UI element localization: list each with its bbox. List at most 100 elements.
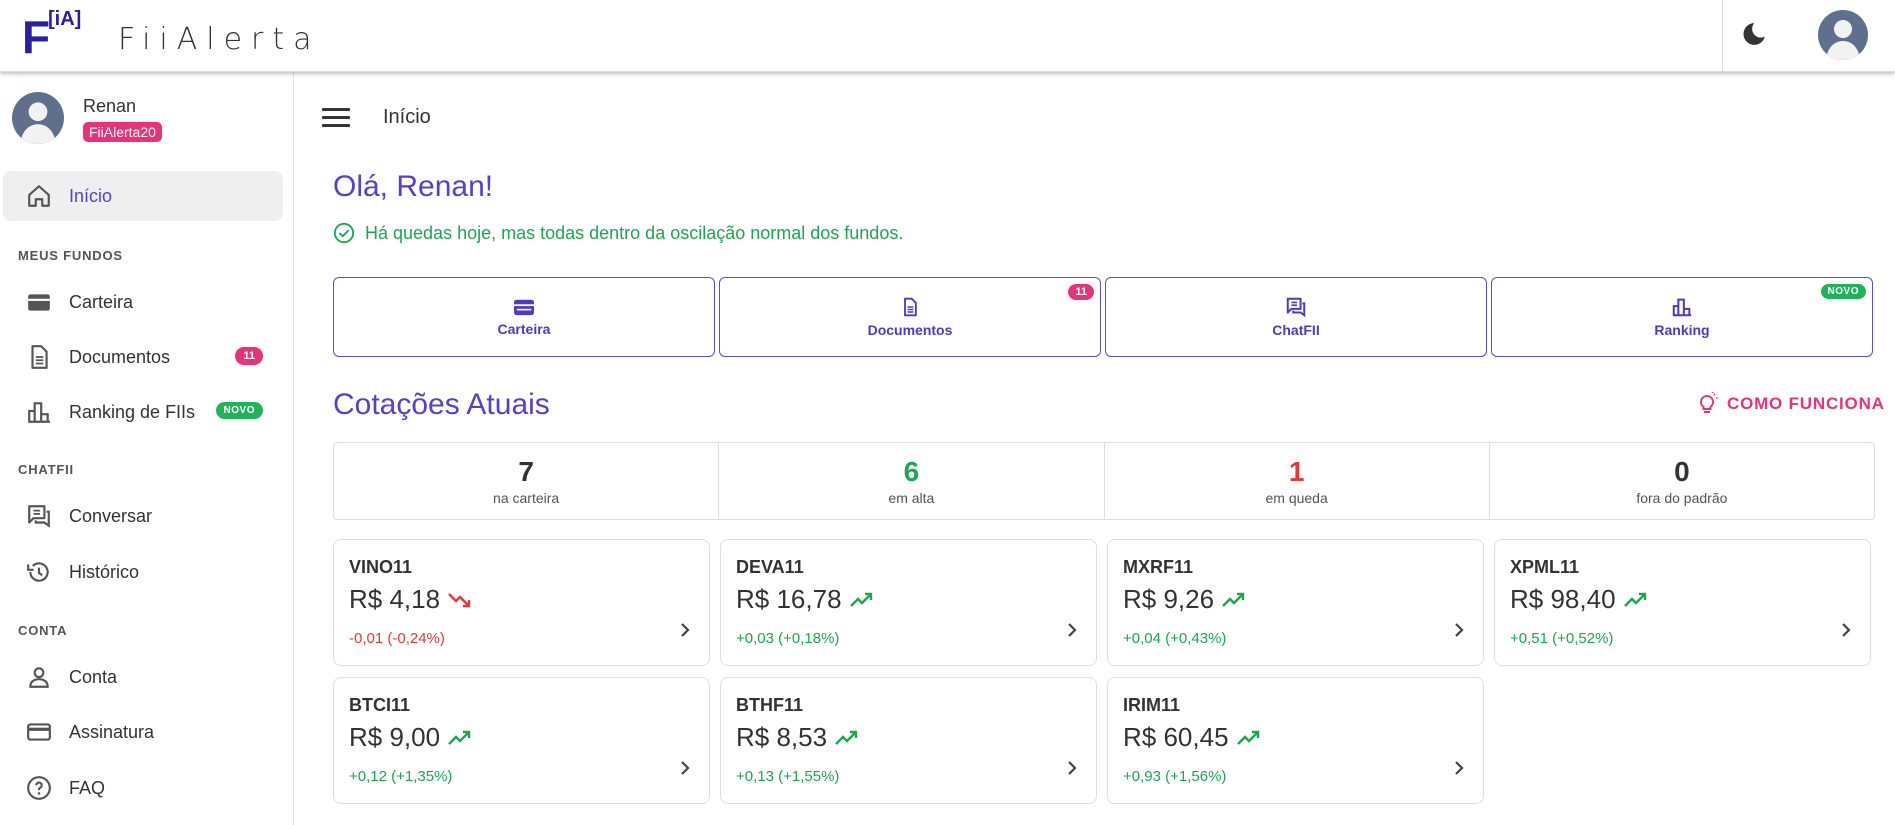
sidebar-item-label: Histórico <box>69 561 140 582</box>
quick-card-carteira[interactable]: Carteira <box>333 277 715 357</box>
status-message-text: Há quedas hoje, mas todas dentro da osci… <box>365 222 904 243</box>
fund-card[interactable]: IRIM11 R$ 60,45 +0,93 (+1,56%) <box>1107 677 1484 804</box>
sidebar-item-documentos[interactable]: Documentos 11 <box>3 332 283 382</box>
new-badge: NOVO <box>215 402 263 419</box>
fund-change: +0,12 (+1,35%) <box>349 768 453 785</box>
bar-chart-icon <box>24 397 54 427</box>
dark-mode-toggle-button[interactable] <box>1736 16 1772 52</box>
fund-card[interactable]: VINO11 R$ 4,18 -0,01 (-0,24%) <box>333 539 710 666</box>
chat-icon <box>1286 297 1306 318</box>
fund-price: R$ 8,53 <box>736 722 859 753</box>
fund-card[interactable]: BTCI11 R$ 9,00 +0,12 (+1,35%) <box>333 677 710 804</box>
fund-change: +0,03 (+0,18%) <box>736 630 840 647</box>
documents-count-badge: 11 <box>1068 284 1094 300</box>
stat-up: 6 em alta <box>719 443 1105 519</box>
logo-letter: F <box>22 11 51 63</box>
quick-actions: Carteira 11 Documentos ChatFII NOVO Rank… <box>333 277 1875 357</box>
stat-value: 7 <box>518 456 534 487</box>
fund-ticker: MXRF11 <box>1123 557 1194 577</box>
fund-ticker: BTHF11 <box>736 695 804 715</box>
menu-icon-line <box>322 115 350 119</box>
menu-icon-line <box>322 107 350 111</box>
chevron-right-icon <box>1453 760 1465 781</box>
fund-ticker: XPML11 <box>1510 557 1580 577</box>
how-it-works-button[interactable]: COMO FUNCIONA <box>1695 392 1885 416</box>
fund-price-value: R$ 8,53 <box>736 722 828 752</box>
sidebar-item-assinatura[interactable]: Assinatura <box>3 707 283 757</box>
quick-card-documentos[interactable]: 11 Documentos <box>719 277 1101 357</box>
stats-summary: 7 na carteira 6 em alta 1 em queda 0 for… <box>333 442 1875 520</box>
sidebar-item-conta[interactable]: Conta <box>3 652 283 702</box>
user-silhouette-icon <box>20 102 56 144</box>
moon-icon <box>1743 23 1765 45</box>
top-app-bar: F [iA] FiiAlerta <box>0 0 1895 72</box>
fund-card[interactable]: XPML11 R$ 98,40 +0,51 (+0,52%) <box>1494 539 1871 666</box>
documents-count-badge: 11 <box>235 347 263 365</box>
quick-card-label: Ranking <box>1654 322 1710 338</box>
sidebar-item-label: Início <box>69 185 113 206</box>
fund-price-value: R$ 16,78 <box>736 584 842 614</box>
menu-icon-line <box>322 123 350 127</box>
fund-card[interactable]: DEVA11 R$ 16,78 +0,03 (+0,18%) <box>720 539 1097 666</box>
chat-icon <box>24 501 54 531</box>
stat-label: fora do padrão <box>1636 490 1728 506</box>
help-icon <box>24 773 54 803</box>
wallet-icon <box>24 287 54 317</box>
trending-up-icon <box>835 722 859 753</box>
fund-price: R$ 98,40 <box>1510 584 1648 615</box>
quick-card-ranking[interactable]: NOVO Ranking <box>1491 277 1873 357</box>
trending-up-icon <box>1222 584 1246 615</box>
sidebar-item-home[interactable]: Início <box>3 171 283 221</box>
chevron-right-icon <box>679 760 691 781</box>
sidebar-item-faq[interactable]: FAQ <box>3 763 283 813</box>
menu-toggle-button[interactable] <box>322 105 350 129</box>
document-icon <box>24 342 54 372</box>
quick-card-chatfii[interactable]: ChatFII <box>1105 277 1487 357</box>
fund-ticker: IRIM11 <box>1123 695 1181 715</box>
fund-ticker: BTCI11 <box>349 695 411 715</box>
stat-label: em queda <box>1265 490 1328 506</box>
stat-value: 1 <box>1288 456 1305 487</box>
sidebar-item-ranking[interactable]: Ranking de FIIs NOVO <box>3 387 283 437</box>
chevron-right-icon <box>679 622 691 643</box>
trending-up-icon <box>1236 722 1261 753</box>
stat-out-of-pattern: 0 fora do padrão <box>1490 443 1874 519</box>
sidebar-section-funds: MEUS FUNDOS <box>18 248 123 263</box>
fund-change: +0,13 (+1,55%) <box>736 768 840 785</box>
new-badge: NOVO <box>1820 284 1866 299</box>
fund-change: +0,04 (+0,43%) <box>1123 630 1227 647</box>
sidebar-item-label: Ranking de FIIs <box>69 401 196 422</box>
stat-value: 6 <box>903 456 920 487</box>
trending-down-icon <box>448 584 472 615</box>
app-name: FiiAlerta <box>118 22 321 57</box>
avatar[interactable] <box>1818 10 1868 60</box>
user-plan-badge: FiiAlerta20 <box>83 122 162 142</box>
sidebar-section-account: CONTA <box>18 623 68 638</box>
sidebar-item-conversar[interactable]: Conversar <box>3 491 283 541</box>
fund-card[interactable]: MXRF11 R$ 9,26 +0,04 (+0,43%) <box>1107 539 1484 666</box>
fund-ticker: VINO11 <box>349 557 413 577</box>
person-icon <box>24 662 54 692</box>
chevron-right-icon <box>1066 622 1078 643</box>
history-icon <box>24 557 54 587</box>
user-silhouette-icon <box>1826 20 1860 60</box>
page-title: Olá, Renan! <box>333 170 494 203</box>
status-message: Há quedas hoje, mas todas dentro da osci… <box>333 222 903 244</box>
sidebar-item-label: Assinatura <box>69 721 155 742</box>
wallet-icon <box>514 299 534 316</box>
sidebar-item-label: Documentos <box>69 346 171 367</box>
chevron-right-icon <box>1066 760 1078 781</box>
user-profile[interactable]: Renan FiiAlerta20 <box>12 92 282 148</box>
user-name: Renan <box>83 96 137 116</box>
sidebar-item-label: FAQ <box>69 777 106 798</box>
sidebar-item-carteira[interactable]: Carteira <box>3 277 283 327</box>
sidebar-item-historico[interactable]: Histórico <box>3 547 283 597</box>
fund-card[interactable]: BTHF11 R$ 8,53 +0,13 (+1,55%) <box>720 677 1097 804</box>
chevron-right-icon <box>1453 622 1465 643</box>
topbar-divider <box>1722 0 1723 72</box>
sidebar-item-label: Carteira <box>69 291 134 312</box>
stat-down: 1 em queda <box>1105 443 1490 519</box>
stat-value: 0 <box>1674 456 1690 487</box>
bar-chart-icon <box>1672 298 1692 317</box>
home-icon <box>24 181 54 211</box>
